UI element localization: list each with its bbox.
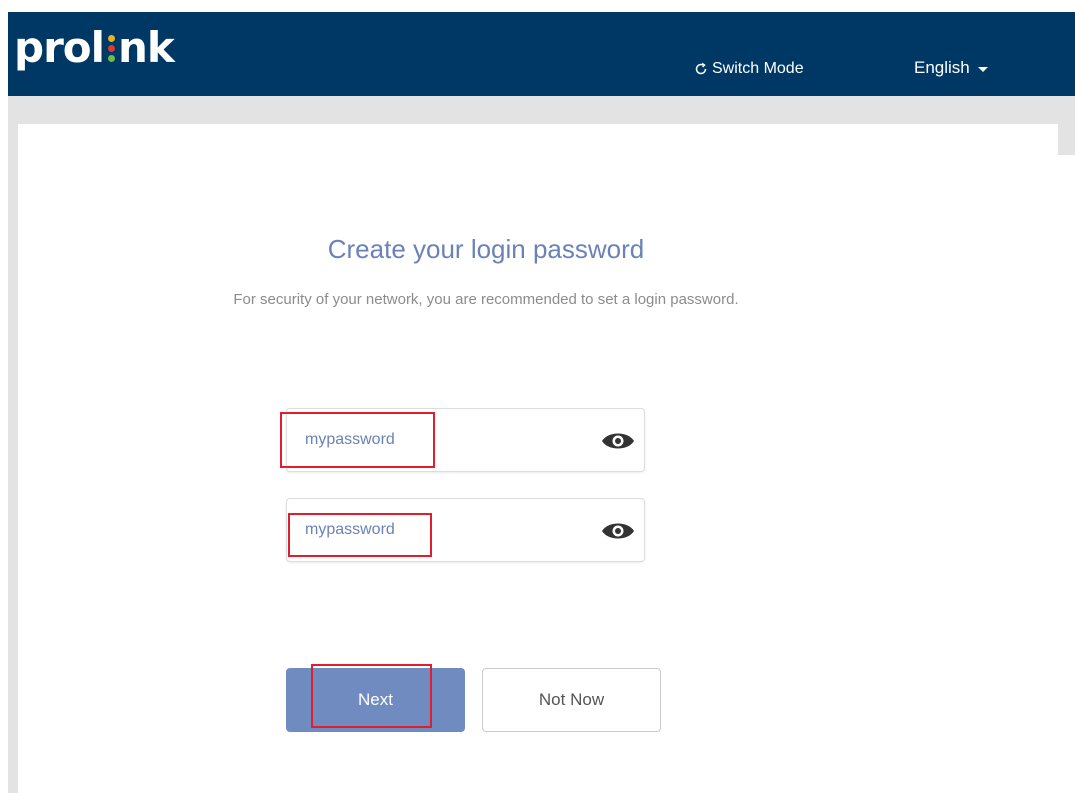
- highlight-box-password: [280, 412, 435, 468]
- language-label: English: [914, 58, 970, 77]
- refresh-icon: [695, 62, 707, 75]
- prolink-logo[interactable]: prol nk: [14, 23, 175, 72]
- language-dropdown[interactable]: English: [914, 58, 988, 78]
- scrollbar-track[interactable]: [1058, 155, 1075, 793]
- switch-mode-link[interactable]: Switch Mode: [694, 60, 804, 78]
- page-subtitle: For security of your network, you are re…: [233, 291, 739, 308]
- logo-dots-icon: [105, 32, 117, 64]
- highlight-box-confirm-password: [288, 513, 432, 557]
- eye-icon[interactable]: [600, 430, 636, 452]
- logo-text-right: nk: [118, 23, 175, 72]
- highlight-box-next: [311, 664, 432, 728]
- logo-text-left: prol: [14, 23, 105, 72]
- not-now-button[interactable]: Not Now: [482, 668, 661, 732]
- top-header: prol nk Switch Mode English: [8, 12, 1075, 96]
- caret-down-icon: [977, 66, 988, 72]
- page-title: Create your login password: [327, 234, 645, 264]
- switch-mode-label: Switch Mode: [712, 60, 804, 77]
- eye-icon[interactable]: [600, 520, 636, 542]
